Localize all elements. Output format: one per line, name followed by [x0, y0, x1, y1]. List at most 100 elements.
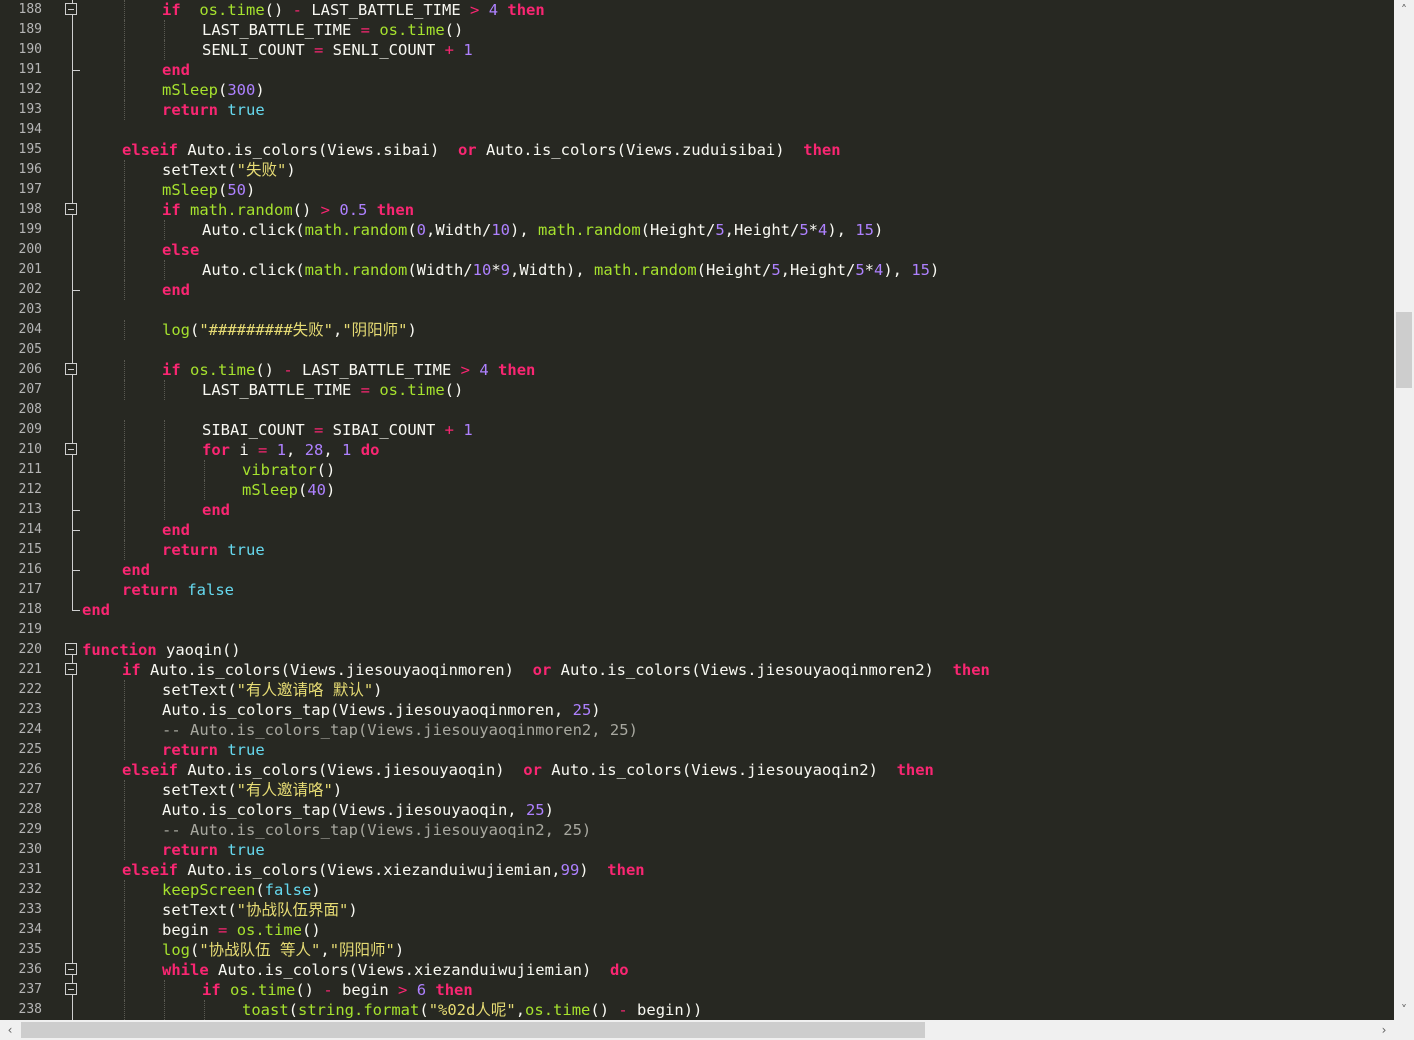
- code-line[interactable]: 206 if os.time() - LAST_BATTLE_TIME > 4 t…: [0, 360, 1394, 380]
- code-line[interactable]: 202 end: [0, 280, 1394, 300]
- fold-toggle-icon[interactable]: [65, 643, 77, 655]
- code-text[interactable]: while Auto.is_colors(Views.xiezanduiwuji…: [162, 960, 629, 980]
- code-text[interactable]: end: [162, 280, 190, 300]
- code-text[interactable]: if os.time() - LAST_BATTLE_TIME > 4 then: [162, 0, 545, 20]
- fold-marker[interactable]: [65, 200, 82, 220]
- code-line[interactable]: 221 if Auto.is_colors(Views.jiesouyaoqinm…: [0, 660, 1394, 680]
- code-line[interactable]: 231 elseif Auto.is_colors(Views.xiezandui…: [0, 860, 1394, 880]
- code-text[interactable]: if Auto.is_colors(Views.jiesouyaoqinmore…: [122, 660, 990, 680]
- code-line[interactable]: 196 setText("失败"): [0, 160, 1394, 180]
- code-line[interactable]: 223 Auto.is_colors_tap(Views.jiesouyaoqin…: [0, 700, 1394, 720]
- fold-marker[interactable]: [65, 440, 82, 460]
- fold-toggle-icon[interactable]: [65, 983, 77, 995]
- code-line[interactable]: 224 -- Auto.is_colors_tap(Views.jiesouyao…: [0, 720, 1394, 740]
- code-line[interactable]: 192 mSleep(300): [0, 80, 1394, 100]
- code-line[interactable]: 217 return false: [0, 580, 1394, 600]
- code-text[interactable]: mSleep(50): [162, 180, 255, 200]
- code-text[interactable]: vibrator(): [242, 460, 335, 480]
- code-line[interactable]: 226 elseif Auto.is_colors(Views.jiesouyao…: [0, 760, 1394, 780]
- code-text[interactable]: elseif Auto.is_colors(Views.sibai) or Au…: [122, 140, 841, 160]
- horizontal-scrollbar[interactable]: ‹ ›: [0, 1020, 1394, 1040]
- code-line[interactable]: 225 return true: [0, 740, 1394, 760]
- code-text[interactable]: log("#########失败","阴阳师"): [162, 320, 417, 340]
- code-text[interactable]: end: [162, 520, 190, 540]
- code-text[interactable]: return false: [122, 580, 234, 600]
- code-text[interactable]: elseif Auto.is_colors(Views.jiesouyaoqin…: [122, 760, 934, 780]
- code-line[interactable]: 201 Auto.click(math.random(Width/10*9,Wid…: [0, 260, 1394, 280]
- code-line[interactable]: 211 vibrator(): [0, 460, 1394, 480]
- code-line[interactable]: 228 Auto.is_colors_tap(Views.jiesouyaoqin…: [0, 800, 1394, 820]
- code-text[interactable]: end: [122, 560, 150, 580]
- fold-marker[interactable]: [65, 360, 82, 380]
- code-text[interactable]: setText("协战队伍界面"): [162, 900, 358, 920]
- code-line[interactable]: 195 elseif Auto.is_colors(Views.sibai) or…: [0, 140, 1394, 160]
- code-line[interactable]: 205: [0, 340, 1394, 360]
- fold-toggle-icon[interactable]: [65, 363, 77, 375]
- code-line[interactable]: 194: [0, 120, 1394, 140]
- code-text[interactable]: Auto.is_colors_tap(Views.jiesouyaoqin, 2…: [162, 800, 554, 820]
- code-line[interactable]: 215 return true: [0, 540, 1394, 560]
- code-line[interactable]: 232 keepScreen(false): [0, 880, 1394, 900]
- code-line[interactable]: 214 end: [0, 520, 1394, 540]
- vertical-scroll-thumb[interactable]: [1396, 312, 1412, 388]
- fold-toggle-icon[interactable]: [65, 963, 77, 975]
- code-line[interactable]: 230 return true: [0, 840, 1394, 860]
- code-line[interactable]: 238 toast(string.format("%02d人呢",os.time(…: [0, 1000, 1394, 1020]
- fold-marker[interactable]: [65, 640, 82, 660]
- code-text[interactable]: Auto.is_colors_tap(Views.jiesouyaoqinmor…: [162, 700, 601, 720]
- code-text[interactable]: -- Auto.is_colors_tap(Views.jiesouyaoqin…: [162, 820, 591, 840]
- code-text[interactable]: Auto.click(math.random(0,Width/10), math…: [202, 220, 883, 240]
- code-line[interactable]: 204 log("#########失败","阴阳师"): [0, 320, 1394, 340]
- code-line[interactable]: 222 setText("有人邀请咯 默认"): [0, 680, 1394, 700]
- code-text[interactable]: return true: [162, 100, 265, 120]
- fold-toggle-icon[interactable]: [65, 443, 77, 455]
- code-line[interactable]: 213 end: [0, 500, 1394, 520]
- code-text[interactable]: -- Auto.is_colors_tap(Views.jiesouyaoqin…: [162, 720, 638, 740]
- code-line[interactable]: 208: [0, 400, 1394, 420]
- code-text[interactable]: setText("有人邀请咯"): [162, 780, 342, 800]
- code-line[interactable]: 191 end: [0, 60, 1394, 80]
- code-line[interactable]: 188 if os.time() - LAST_BATTLE_TIME > 4 t…: [0, 0, 1394, 20]
- code-line[interactable]: 199 Auto.click(math.random(0,Width/10), m…: [0, 220, 1394, 240]
- code-text[interactable]: log("协战队伍 等人","阴阳师"): [162, 940, 404, 960]
- code-text[interactable]: if os.time() - begin > 6 then: [202, 980, 473, 1000]
- code-text[interactable]: LAST_BATTLE_TIME = os.time(): [202, 380, 463, 400]
- code-line[interactable]: 197 mSleep(50): [0, 180, 1394, 200]
- code-line[interactable]: 218 end: [0, 600, 1394, 620]
- code-line[interactable]: 233 setText("协战队伍界面"): [0, 900, 1394, 920]
- code-text[interactable]: return true: [162, 740, 265, 760]
- code-text[interactable]: begin = os.time(): [162, 920, 321, 940]
- code-text[interactable]: return true: [162, 540, 265, 560]
- code-line[interactable]: 216 end: [0, 560, 1394, 580]
- code-line[interactable]: 236 while Auto.is_colors(Views.xiezanduiw…: [0, 960, 1394, 980]
- scroll-up-arrow-icon[interactable]: ˄: [1394, 0, 1414, 20]
- code-text[interactable]: end: [162, 60, 190, 80]
- code-line[interactable]: 189 LAST_BATTLE_TIME = os.time(): [0, 20, 1394, 40]
- code-line[interactable]: 220 function yaoqin(): [0, 640, 1394, 660]
- fold-marker[interactable]: [65, 980, 82, 1000]
- code-text[interactable]: for i = 1, 28, 1 do: [202, 440, 379, 460]
- horizontal-scroll-thumb[interactable]: [21, 1022, 925, 1038]
- code-text[interactable]: SENLI_COUNT = SENLI_COUNT + 1: [202, 40, 473, 60]
- fold-toggle-icon[interactable]: [65, 203, 77, 215]
- fold-toggle-icon[interactable]: [65, 3, 77, 15]
- code-line[interactable]: 229 -- Auto.is_colors_tap(Views.jiesouyao…: [0, 820, 1394, 840]
- code-line[interactable]: 200 else: [0, 240, 1394, 260]
- code-text[interactable]: end: [82, 600, 110, 620]
- scroll-left-arrow-icon[interactable]: ‹: [0, 1020, 20, 1040]
- vertical-scrollbar[interactable]: ˄ ˅: [1394, 0, 1414, 1020]
- code-text[interactable]: return true: [162, 840, 265, 860]
- fold-toggle-icon[interactable]: [65, 663, 77, 675]
- fold-marker[interactable]: [65, 660, 82, 680]
- code-text[interactable]: Auto.click(math.random(Width/10*9,Width)…: [202, 260, 939, 280]
- code-text[interactable]: elseif Auto.is_colors(Views.xiezanduiwuj…: [122, 860, 645, 880]
- code-text[interactable]: setText("失败"): [162, 160, 296, 180]
- code-line[interactable]: 203: [0, 300, 1394, 320]
- code-text[interactable]: else: [162, 240, 199, 260]
- code-line[interactable]: 212 mSleep(40): [0, 480, 1394, 500]
- code-text[interactable]: SIBAI_COUNT = SIBAI_COUNT + 1: [202, 420, 473, 440]
- code-text[interactable]: mSleep(40): [242, 480, 335, 500]
- code-editor[interactable]: 188 if os.time() - LAST_BATTLE_TIME > 4 t…: [0, 0, 1394, 1020]
- code-text[interactable]: toast(string.format("%02d人呢",os.time() -…: [242, 1000, 702, 1020]
- code-line[interactable]: 234 begin = os.time(): [0, 920, 1394, 940]
